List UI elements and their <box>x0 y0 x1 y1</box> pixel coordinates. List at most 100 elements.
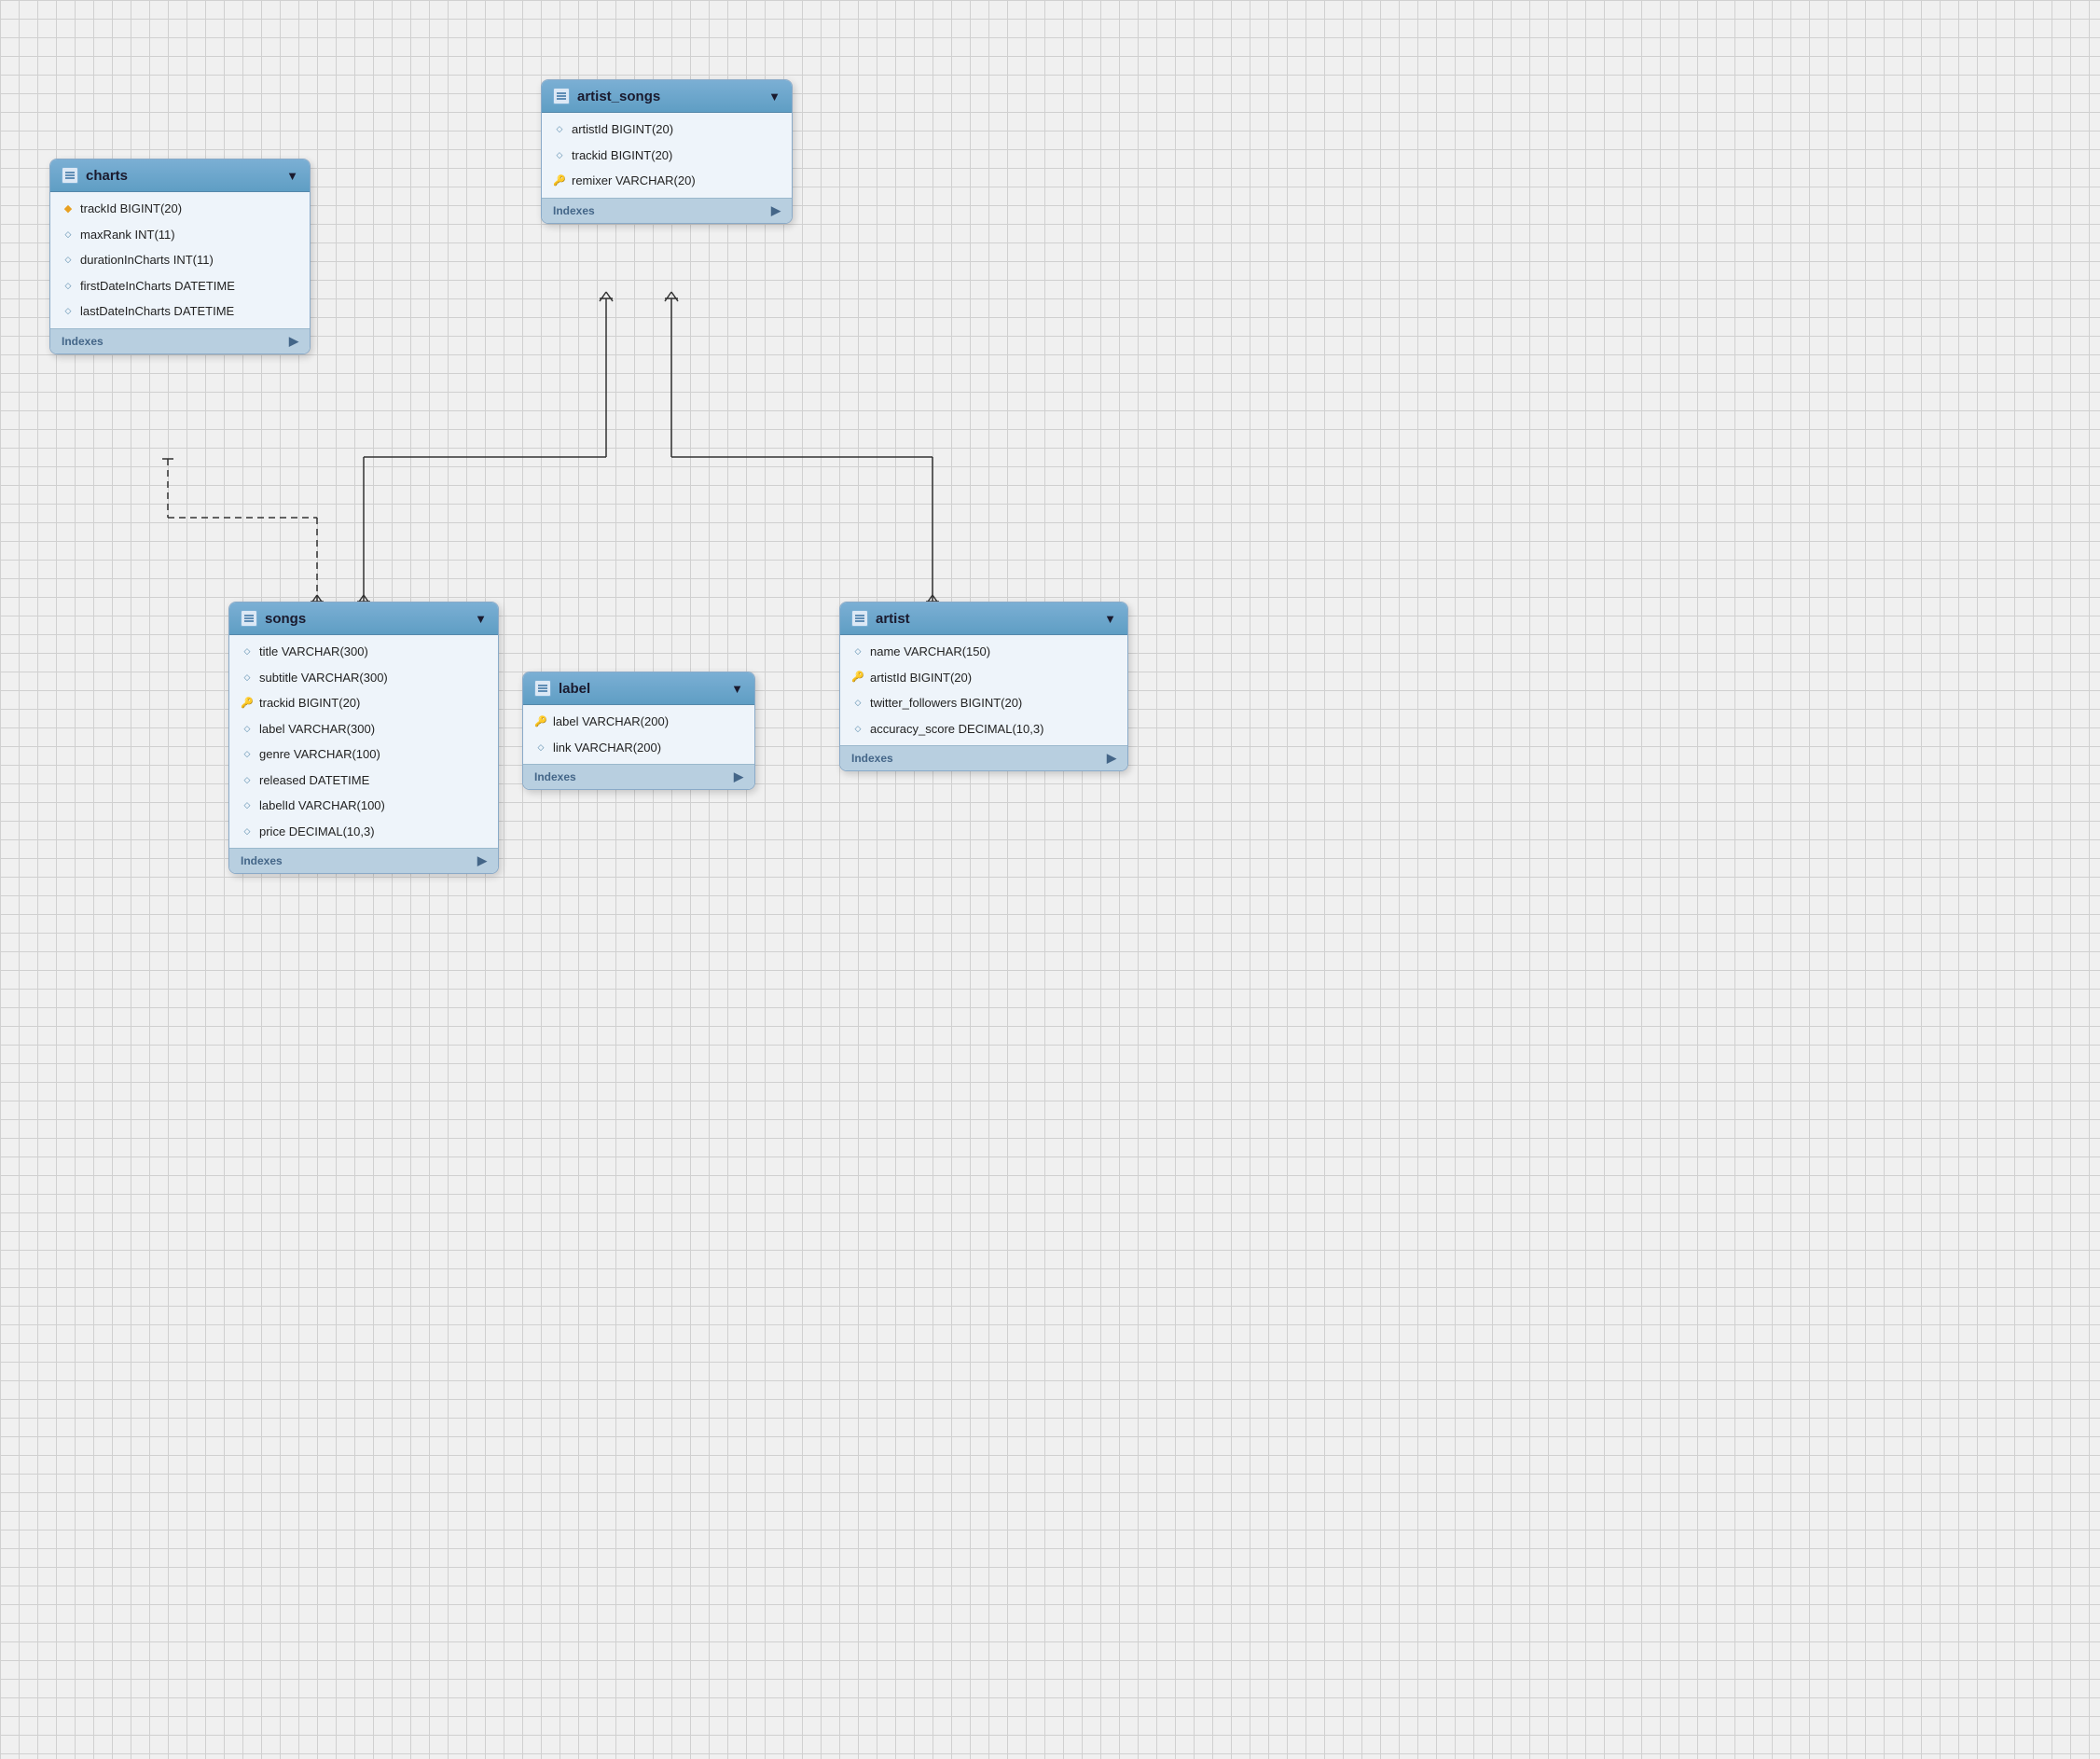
label-table-body: 🔑 label VARCHAR(200) ◇ link VARCHAR(200) <box>523 705 754 764</box>
footer-label: Indexes <box>241 854 283 867</box>
artist-songs-table-footer[interactable]: Indexes ▶ <box>542 198 792 223</box>
field-name: title VARCHAR(300) <box>259 643 368 661</box>
artist-table[interactable]: artist ▼ ◇ name VARCHAR(150) 🔑 artistId … <box>839 602 1128 771</box>
table-row: ◆ trackId BIGINT(20) <box>50 196 310 222</box>
songs-table-icon <box>241 610 257 627</box>
table-row: ◇ firstDateInCharts DATETIME <box>50 273 310 299</box>
diamond-icon: ◇ <box>62 254 75 267</box>
field-name: released DATETIME <box>259 771 369 790</box>
diamond-icon: ◇ <box>62 279 75 292</box>
field-name: trackid BIGINT(20) <box>259 694 360 713</box>
field-name: artistId BIGINT(20) <box>572 120 673 139</box>
footer-arrow-icon: ▶ <box>477 853 487 868</box>
diamond-icon: ◇ <box>534 741 547 754</box>
field-name: accuracy_score DECIMAL(10,3) <box>870 720 1043 739</box>
table-row: ◇ link VARCHAR(200) <box>523 735 754 761</box>
diamond-icon: ◇ <box>851 722 864 735</box>
charts-table-footer[interactable]: Indexes ▶ <box>50 328 310 353</box>
field-name: link VARCHAR(200) <box>553 739 661 757</box>
footer-label: Indexes <box>62 335 104 348</box>
songs-table-footer[interactable]: Indexes ▶ <box>229 848 498 873</box>
table-row: ◇ subtitle VARCHAR(300) <box>229 665 498 691</box>
table-row: ◇ genre VARCHAR(100) <box>229 741 498 768</box>
table-row: ◇ accuracy_score DECIMAL(10,3) <box>840 716 1127 742</box>
diamond-icon: ◇ <box>62 305 75 318</box>
field-name: trackid BIGINT(20) <box>572 146 672 165</box>
footer-arrow-icon: ▶ <box>289 334 298 349</box>
artist-table-footer[interactable]: Indexes ▶ <box>840 745 1127 770</box>
charts-table-header: charts ▼ <box>50 159 310 192</box>
artist-songs-table[interactable]: artist_songs ▼ ◇ artistId BIGINT(20) ◇ t… <box>541 79 793 224</box>
artist-songs-table-title: artist_songs <box>577 89 761 104</box>
table-row: ◇ durationInCharts INT(11) <box>50 247 310 273</box>
songs-table-arrow[interactable]: ▼ <box>475 612 487 626</box>
table-row: ◇ lastDateInCharts DATETIME <box>50 298 310 325</box>
artist-table-icon <box>851 610 868 627</box>
diamond-icon: ◇ <box>241 671 254 684</box>
artist-songs-table-arrow[interactable]: ▼ <box>768 90 781 104</box>
field-name: genre VARCHAR(100) <box>259 745 380 764</box>
diamond-icon: ◇ <box>553 123 566 136</box>
diamond-icon: ◇ <box>851 645 864 658</box>
footer-label: Indexes <box>534 770 576 783</box>
label-table-header: label ▼ <box>523 672 754 705</box>
label-table-footer[interactable]: Indexes ▶ <box>523 764 754 789</box>
footer-arrow-icon: ▶ <box>771 203 781 218</box>
diamond-icon: ◇ <box>241 748 254 761</box>
diamond-icon: ◇ <box>241 722 254 735</box>
pk-icon: ◆ <box>62 202 75 215</box>
artist-table-title: artist <box>876 611 1097 627</box>
table-row: 🔑 trackid BIGINT(20) <box>229 690 498 716</box>
field-name: durationInCharts INT(11) <box>80 251 214 270</box>
field-name: remixer VARCHAR(20) <box>572 172 696 190</box>
table-row: 🔑 label VARCHAR(200) <box>523 709 754 735</box>
footer-arrow-icon: ▶ <box>1107 751 1116 766</box>
charts-table-icon <box>62 167 78 184</box>
diamond-icon: ◇ <box>851 697 864 710</box>
diamond-icon: ◇ <box>241 773 254 786</box>
artist-table-arrow[interactable]: ▼ <box>1104 612 1116 626</box>
field-name: price DECIMAL(10,3) <box>259 823 375 841</box>
field-name: artistId BIGINT(20) <box>870 669 972 687</box>
table-row: ◇ label VARCHAR(300) <box>229 716 498 742</box>
key-icon: 🔑 <box>534 715 547 728</box>
key-icon: 🔑 <box>241 697 254 710</box>
field-name: firstDateInCharts DATETIME <box>80 277 235 296</box>
charts-table[interactable]: charts ▼ ◆ trackId BIGINT(20) ◇ maxRank … <box>49 159 311 354</box>
table-row: ◇ name VARCHAR(150) <box>840 639 1127 665</box>
diamond-icon: ◇ <box>62 228 75 241</box>
field-name: subtitle VARCHAR(300) <box>259 669 388 687</box>
key-icon: 🔑 <box>851 671 864 684</box>
table-row: 🔑 artistId BIGINT(20) <box>840 665 1127 691</box>
table-row: 🔑 remixer VARCHAR(20) <box>542 168 792 194</box>
field-name: trackId BIGINT(20) <box>80 200 182 218</box>
artist-songs-table-header: artist_songs ▼ <box>542 80 792 113</box>
label-table-arrow[interactable]: ▼ <box>731 682 743 696</box>
footer-label: Indexes <box>553 204 595 217</box>
charts-table-arrow[interactable]: ▼ <box>286 169 298 183</box>
field-name: labelId VARCHAR(100) <box>259 796 385 815</box>
table-row: ◇ released DATETIME <box>229 768 498 794</box>
footer-label: Indexes <box>851 752 893 765</box>
artist-table-body: ◇ name VARCHAR(150) 🔑 artistId BIGINT(20… <box>840 635 1127 745</box>
diamond-icon: ◇ <box>241 645 254 658</box>
field-name: maxRank INT(11) <box>80 226 175 244</box>
songs-table-body: ◇ title VARCHAR(300) ◇ subtitle VARCHAR(… <box>229 635 498 848</box>
field-name: name VARCHAR(150) <box>870 643 990 661</box>
songs-table-title: songs <box>265 611 467 627</box>
table-row: ◇ trackid BIGINT(20) <box>542 143 792 169</box>
songs-table[interactable]: songs ▼ ◇ title VARCHAR(300) ◇ subtitle … <box>228 602 499 874</box>
artist-table-header: artist ▼ <box>840 602 1127 635</box>
charts-table-body: ◆ trackId BIGINT(20) ◇ maxRank INT(11) ◇… <box>50 192 310 328</box>
diamond-icon: ◇ <box>241 824 254 838</box>
footer-arrow-icon: ▶ <box>734 769 743 784</box>
artist-songs-table-icon <box>553 88 570 104</box>
table-row: ◇ price DECIMAL(10,3) <box>229 819 498 845</box>
label-table-title: label <box>559 681 724 697</box>
artist-songs-table-body: ◇ artistId BIGINT(20) ◇ trackid BIGINT(2… <box>542 113 792 198</box>
label-table[interactable]: label ▼ 🔑 label VARCHAR(200) ◇ link VARC… <box>522 672 755 790</box>
field-name: lastDateInCharts DATETIME <box>80 302 234 321</box>
table-row: ◇ artistId BIGINT(20) <box>542 117 792 143</box>
diamond-icon: ◇ <box>553 148 566 161</box>
table-row: ◇ labelId VARCHAR(100) <box>229 793 498 819</box>
